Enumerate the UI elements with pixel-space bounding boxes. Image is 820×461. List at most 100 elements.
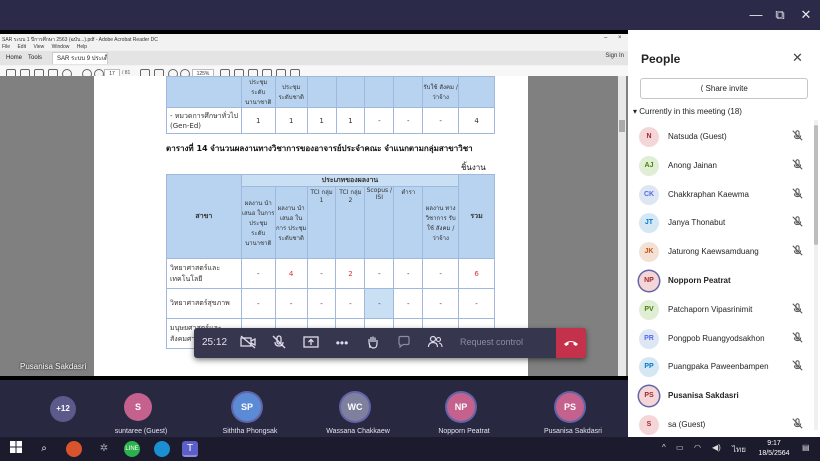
maximize-button[interactable]: ⧉ bbox=[770, 6, 790, 24]
notification-icon[interactable]: ▤ bbox=[802, 443, 810, 452]
acrobat-minimize-icon: – bbox=[604, 35, 608, 41]
col-field-header: สาขา bbox=[166, 174, 242, 259]
table-cell: 2 bbox=[335, 258, 366, 289]
participant-name: Pongpob Ruangyodsakhon bbox=[668, 333, 765, 343]
mic-muted-icon[interactable] bbox=[270, 335, 288, 351]
line-app-icon[interactable]: LINE bbox=[124, 441, 140, 457]
table-cell: - bbox=[335, 288, 366, 319]
avatar: S bbox=[639, 415, 659, 435]
table-cell: - bbox=[364, 258, 395, 289]
top-table-header bbox=[335, 76, 366, 108]
participant-row[interactable]: Ssa (Guest) bbox=[628, 411, 813, 439]
participant-name: Nopporn Peatrat bbox=[668, 276, 731, 285]
menu-edit: Edit bbox=[17, 44, 27, 50]
table-caption: ตารางที่ 14 จำนวนผลงานทางวิชาการของอาจาร… bbox=[166, 142, 473, 155]
avatar: AJ bbox=[639, 155, 659, 176]
close-window-button[interactable]: ✕ bbox=[796, 6, 816, 24]
avatar: JT bbox=[639, 213, 659, 234]
participant-row[interactable]: N Natsuda (Guest) bbox=[628, 123, 813, 151]
table-cell: - bbox=[422, 107, 460, 134]
people-title: People bbox=[641, 52, 681, 66]
edge-browser-icon[interactable] bbox=[154, 441, 170, 457]
participant-name: Anong Jainan bbox=[668, 160, 717, 170]
mic-muted-icon bbox=[792, 130, 803, 144]
search-icon[interactable]: ⌕ bbox=[36, 441, 52, 457]
office-app-icon[interactable] bbox=[66, 441, 82, 457]
participant-name: Patchaporn Vipasrinimit bbox=[668, 304, 753, 314]
table-cell: - bbox=[364, 288, 395, 319]
participant-scrollbar-thumb[interactable] bbox=[814, 125, 818, 245]
table-cell: 1 bbox=[335, 107, 366, 134]
clock[interactable]: 9:17 18/5/2564 bbox=[752, 439, 796, 459]
participant-name: Natsuda (Guest) bbox=[668, 132, 727, 141]
more-options-icon[interactable]: ••• bbox=[333, 335, 351, 351]
sign-in-link: Sign In bbox=[605, 53, 624, 59]
raise-hand-icon[interactable] bbox=[364, 335, 382, 351]
table-cell: - bbox=[306, 258, 337, 289]
top-table-header: รับใช้ สังคม / ว่าจ้าง bbox=[422, 76, 460, 108]
presenter-name: Pusanisa Sakdasri bbox=[20, 362, 87, 371]
participant-tile[interactable]: SP Siththa Phongsak bbox=[190, 393, 310, 437]
windows-start-icon[interactable] bbox=[8, 441, 24, 457]
wifi-icon[interactable]: ◠ bbox=[694, 443, 701, 452]
participant-row[interactable]: PR Pongpob Ruangyodsakhon bbox=[628, 325, 813, 353]
chat-icon[interactable] bbox=[395, 335, 413, 351]
participant-name: Chakkraphan Kaewma bbox=[668, 189, 749, 199]
meeting-list-header[interactable]: ▾ Currently in this meeting (18) bbox=[633, 107, 742, 116]
participant-row[interactable]: PP Puangpaka Paweenbampen bbox=[628, 353, 813, 381]
volume-icon[interactable]: ◀) bbox=[712, 443, 721, 452]
table-row-label: วิทยาศาสตร์และเทคโนโลยี bbox=[166, 258, 242, 289]
tile-name: Pusanisa Sakdasri bbox=[544, 428, 602, 435]
more-participants-badge[interactable]: +12 bbox=[50, 396, 76, 422]
table-cell: - bbox=[393, 288, 424, 319]
share-screen-icon[interactable] bbox=[302, 335, 320, 351]
participant-tile[interactable]: WC Wassana Chakkaew bbox=[298, 393, 418, 437]
participant-row[interactable]: PS Pusanisa Sakdasri bbox=[628, 382, 813, 410]
tab-tools: Tools bbox=[28, 55, 43, 61]
table-cell: 4 bbox=[458, 107, 495, 134]
participant-tile[interactable]: Ssuntaree (Guest) bbox=[81, 393, 201, 437]
network-icon[interactable]: ▭ bbox=[676, 443, 684, 452]
avatar: PR bbox=[639, 328, 659, 349]
col-group-header: ประเภทของผลงาน bbox=[240, 174, 460, 187]
tile-name: Wassana Chakkaew bbox=[326, 428, 390, 435]
avatar: NP bbox=[639, 271, 659, 291]
participant-row[interactable]: PV Patchaporn Vipasrinimit bbox=[628, 296, 813, 324]
avatar: NP bbox=[447, 393, 475, 421]
table-caption-text: จำนวนผลงานทางวิชาการของอาจารย์ประจำคณะ จ… bbox=[210, 144, 473, 153]
meeting-count-label: Currently in this meeting (18) bbox=[639, 107, 742, 116]
avatar: WC bbox=[341, 393, 369, 421]
participant-row[interactable]: AJ Anong Jainan bbox=[628, 152, 813, 180]
request-control-button[interactable]: Request control bbox=[460, 337, 523, 347]
participant-row[interactable]: NP Nopporn Peatrat bbox=[628, 267, 813, 295]
hang-up-button[interactable] bbox=[556, 328, 586, 358]
participants-icon[interactable] bbox=[426, 335, 444, 351]
minimize-button[interactable]: — bbox=[746, 6, 766, 24]
share-invite-button[interactable]: ⟨ Share invite bbox=[640, 78, 808, 99]
teams-app-icon[interactable]: T bbox=[182, 441, 198, 457]
table-cell: - bbox=[422, 258, 460, 289]
close-panel-icon[interactable]: ✕ bbox=[792, 50, 803, 66]
participant-row[interactable]: JK Jaturong Kaewsamduang bbox=[628, 238, 813, 266]
mic-muted-icon bbox=[792, 216, 803, 230]
menu-help: Help bbox=[76, 44, 88, 50]
participant-row[interactable]: JT Janya Thonabut bbox=[628, 209, 813, 237]
camera-off-icon[interactable] bbox=[239, 335, 257, 351]
participant-row[interactable]: CK Chakkraphan Kaewma bbox=[628, 181, 813, 209]
participant-name: sa (Guest) bbox=[668, 420, 706, 429]
language-indicator[interactable]: ไทย bbox=[732, 443, 746, 456]
acrobat-tabs: Home Tools SAR ระบบ 9 ประเด็น... Sign In bbox=[0, 51, 628, 65]
meeting-timer: 25:12 bbox=[202, 337, 228, 348]
acrobat-close-icon: × bbox=[618, 35, 622, 41]
table-14: สาขา ประเภทของผลงาน รวม ผลงาน นำเสนอ ในก… bbox=[166, 174, 495, 349]
taskbar: ⌕ ✲ LINE T ^ ▭ ◠ ◀) ไทย 9:17 18/5/2564 ▤ bbox=[0, 437, 820, 461]
tray-chevron-icon[interactable]: ^ bbox=[662, 443, 666, 452]
table-cell: 1 bbox=[274, 107, 308, 134]
settings-gear-icon[interactable]: ✲ bbox=[96, 441, 112, 457]
table-row-label: วิทยาศาสตร์สุขภาพ bbox=[166, 288, 242, 319]
participant-tile[interactable]: NP Nopporn Peatrat bbox=[404, 393, 524, 437]
avatar: N bbox=[639, 127, 659, 147]
people-panel: People ✕ ⟨ Share invite ▾ Currently in t… bbox=[628, 30, 820, 437]
mic-muted-icon bbox=[792, 303, 803, 317]
participant-tile[interactable]: PS Pusanisa Sakdasri bbox=[513, 393, 633, 437]
